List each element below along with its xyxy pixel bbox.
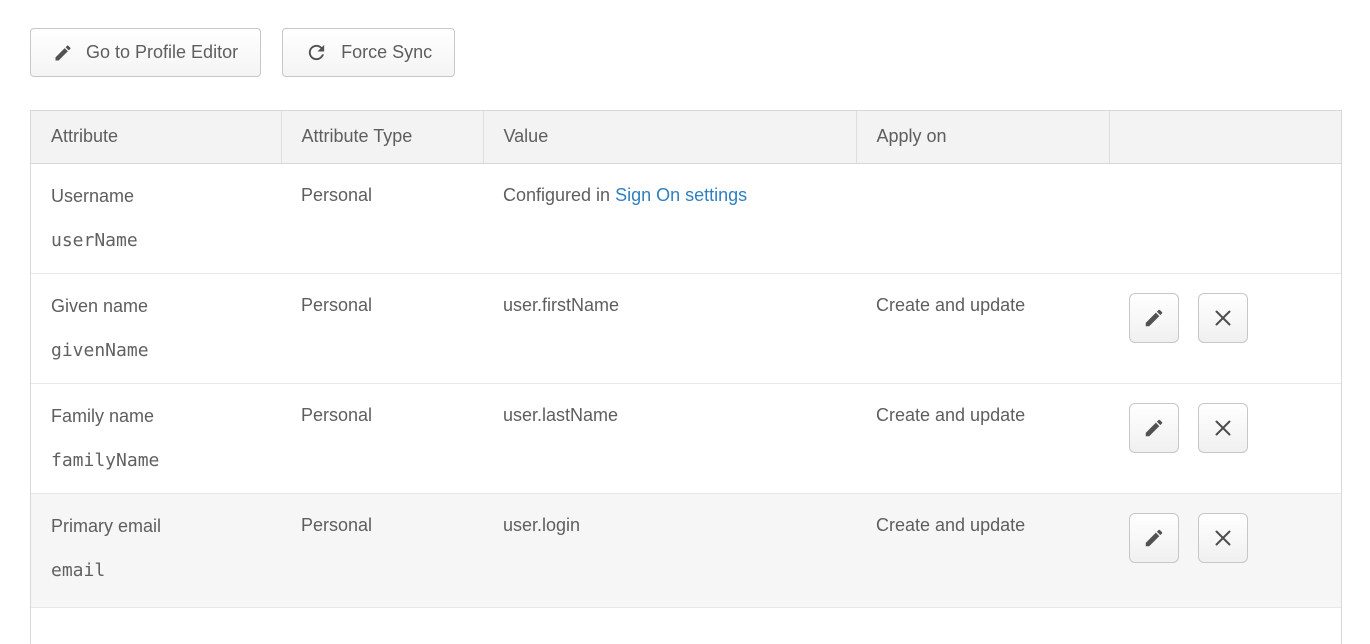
apply-on-label: Create and update [876, 515, 1025, 535]
close-icon [1211, 306, 1235, 330]
actions-cell [1109, 163, 1342, 273]
force-sync-label: Force Sync [341, 42, 432, 63]
attribute-display-name: Username [51, 185, 271, 208]
refresh-icon [305, 41, 328, 64]
table-row: Username userName Personal Configured in Si… [31, 163, 1342, 273]
value-text: Configured in [503, 185, 615, 205]
attribute-type-cell: Personal [281, 383, 483, 493]
actions-cell [1109, 273, 1342, 383]
actions-cell [1109, 493, 1342, 607]
value-cell: Configured in Sign On settings [483, 163, 856, 273]
table-row: Given name givenName Personal user.firstNam… [31, 273, 1342, 383]
remove-attribute-button[interactable] [1198, 293, 1248, 343]
attribute-type-cell: Personal [281, 493, 483, 607]
attribute-mappings-table: Attribute Attribute Type Value Apply on … [30, 110, 1342, 644]
attribute-type-label: Personal [301, 515, 372, 535]
attribute-display-name: Primary email [51, 515, 271, 538]
apply-on-cell [856, 163, 1109, 273]
attribute-cell: Primary email email [31, 493, 281, 607]
close-icon [1211, 416, 1235, 440]
attribute-type-label: Personal [301, 405, 372, 425]
value-cell: user.firstName [483, 273, 856, 383]
attribute-type-cell: Personal [281, 273, 483, 383]
column-header-attribute: Attribute [31, 111, 281, 163]
value-text: user.login [503, 515, 580, 535]
pencil-icon [1143, 307, 1165, 329]
pencil-icon [1143, 527, 1165, 549]
table-header-row: Attribute Attribute Type Value Apply on [31, 111, 1342, 163]
attribute-type-cell: Personal [281, 163, 483, 273]
table-row: Primary email email Personal user.login Crea… [31, 493, 1342, 607]
sign-on-settings-link[interactable]: Sign On settings [615, 185, 747, 205]
value-text: user.firstName [503, 295, 619, 315]
edit-attribute-button[interactable] [1129, 403, 1179, 453]
apply-on-cell: Create and update [856, 383, 1109, 493]
actions-cell [1109, 383, 1342, 493]
go-to-profile-editor-button[interactable]: Go to Profile Editor [30, 28, 261, 77]
edit-attribute-button[interactable] [1129, 293, 1179, 343]
attribute-variable-name: userName [51, 230, 271, 252]
attribute-cell: Given name givenName [31, 273, 281, 383]
remove-attribute-button[interactable] [1198, 403, 1248, 453]
edit-attribute-button[interactable] [1129, 513, 1179, 563]
pencil-icon [1143, 417, 1165, 439]
pencil-icon [53, 43, 73, 63]
column-header-apply-on: Apply on [856, 111, 1109, 163]
close-icon [1211, 526, 1235, 550]
value-text: user.lastName [503, 405, 618, 425]
apply-on-cell: Create and update [856, 493, 1109, 607]
apply-on-label: Create and update [876, 295, 1025, 315]
attribute-variable-name: email [51, 560, 271, 582]
attribute-variable-name: familyName [51, 450, 271, 472]
remove-attribute-button[interactable] [1198, 513, 1248, 563]
value-cell: user.lastName [483, 383, 856, 493]
attribute-type-label: Personal [301, 185, 372, 205]
attribute-display-name: Given name [51, 295, 271, 318]
go-to-profile-editor-label: Go to Profile Editor [86, 42, 238, 63]
apply-on-label: Create and update [876, 405, 1025, 425]
attribute-cell: Family name familyName [31, 383, 281, 493]
table-row: Family name familyName Personal user.lastNa… [31, 383, 1342, 493]
value-cell: user.login [483, 493, 856, 607]
column-header-actions [1109, 111, 1342, 163]
attribute-display-name: Family name [51, 405, 271, 428]
column-header-value: Value [483, 111, 856, 163]
apply-on-cell: Create and update [856, 273, 1109, 383]
attribute-variable-name: givenName [51, 340, 271, 362]
attribute-cell: Username userName [31, 163, 281, 273]
column-header-attribute-type: Attribute Type [281, 111, 483, 163]
attribute-type-label: Personal [301, 295, 372, 315]
toolbar: Go to Profile Editor Force Sync [30, 28, 455, 77]
force-sync-button[interactable]: Force Sync [282, 28, 455, 77]
